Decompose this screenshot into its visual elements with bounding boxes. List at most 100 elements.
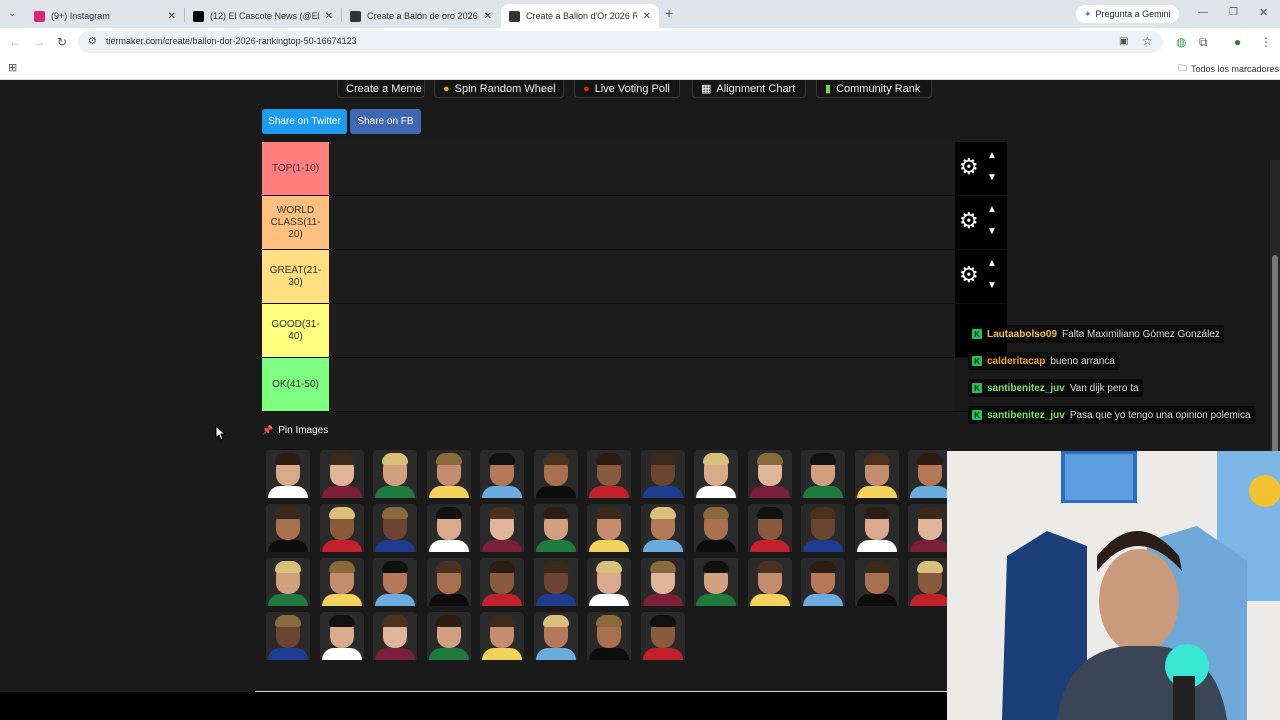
player-image[interactable] <box>640 450 685 498</box>
player-image[interactable] <box>587 612 631 660</box>
player-image[interactable] <box>533 450 578 498</box>
close-tab-icon[interactable]: ✕ <box>484 11 492 22</box>
player-image[interactable] <box>266 450 310 498</box>
player-image[interactable] <box>373 504 417 552</box>
player-image[interactable] <box>747 450 792 498</box>
player-image[interactable] <box>426 450 471 498</box>
player-image[interactable] <box>319 450 364 498</box>
player-image[interactable] <box>854 504 899 552</box>
player-image[interactable] <box>747 558 792 606</box>
player-image[interactable] <box>373 612 417 660</box>
player-image[interactable] <box>908 558 952 606</box>
site-info-icon[interactable]: ⚙ <box>88 36 97 48</box>
player-image[interactable] <box>480 504 524 552</box>
gear-icon[interactable]: ⚙ <box>959 156 979 178</box>
reload-icon[interactable]: ↻ <box>57 36 67 48</box>
player-image[interactable] <box>640 558 685 606</box>
player-image[interactable] <box>908 504 952 552</box>
minimize-icon[interactable]: — <box>1198 7 1208 19</box>
chevron-up-icon[interactable]: ▲ <box>987 204 997 215</box>
tier-label[interactable]: WORLD CLASS(11-20) <box>262 196 329 249</box>
menu-kebab-icon[interactable]: ⋮ <box>1260 36 1272 48</box>
chevron-down-icon[interactable]: ▼ <box>987 172 997 183</box>
player-image[interactable] <box>854 558 899 606</box>
player-image[interactable] <box>747 504 792 552</box>
profile-avatar-icon[interactable]: ● <box>1234 36 1241 48</box>
player-image[interactable] <box>694 450 738 498</box>
gear-icon[interactable]: ⚙ <box>959 264 979 286</box>
player-image[interactable] <box>587 450 631 498</box>
close-tab-icon[interactable]: ✕ <box>168 11 176 22</box>
player-image[interactable] <box>266 558 310 606</box>
back-icon[interactable]: ← <box>9 36 21 48</box>
tab-instagram[interactable]: (9+) Instagram ✕ <box>26 4 184 28</box>
player-image[interactable] <box>480 450 524 498</box>
player-image[interactable] <box>373 558 417 606</box>
player-image[interactable] <box>801 504 845 552</box>
tab-x-cascote[interactable]: (12) El Cascote News (@ElCasc... ✕ <box>185 4 341 28</box>
tier-drop-zone[interactable] <box>330 196 955 249</box>
player-image[interactable] <box>854 450 899 498</box>
player-image[interactable] <box>480 558 524 606</box>
player-image[interactable] <box>373 450 417 498</box>
bookmark-star-icon[interactable]: ☆ <box>1142 35 1153 47</box>
new-tab-icon[interactable]: + <box>665 6 673 20</box>
restore-icon[interactable]: ❐ <box>1229 7 1238 19</box>
pin-images-toggle[interactable]: 📌 Pin Images <box>262 425 328 436</box>
share-facebook-button[interactable]: Share on FB <box>350 109 421 134</box>
player-image[interactable] <box>266 504 310 552</box>
tier-label[interactable]: GREAT(21-30) <box>262 250 329 303</box>
player-image[interactable] <box>587 558 631 606</box>
tab-tiermaker-ballon-active[interactable]: Create a Ballon d'Or 2026 Rank... ✕ <box>501 4 659 28</box>
tab-tiermaker-balon[interactable]: Create a Balón de oro 2026 Tie... ✕ <box>342 4 500 28</box>
tier-drop-zone[interactable] <box>330 358 955 411</box>
player-image[interactable] <box>533 558 578 606</box>
player-image[interactable] <box>319 612 364 660</box>
player-image[interactable] <box>640 612 685 660</box>
player-image[interactable] <box>319 504 364 552</box>
player-image[interactable] <box>533 612 578 660</box>
tier-drop-zone[interactable] <box>330 142 955 195</box>
extension-icon[interactable]: ◍ <box>1176 36 1186 48</box>
chevron-down-icon[interactable]: ▼ <box>987 280 997 291</box>
player-image[interactable] <box>426 504 471 552</box>
player-image[interactable] <box>533 504 578 552</box>
player-image[interactable] <box>908 450 952 498</box>
player-image[interactable] <box>694 558 738 606</box>
player-image[interactable] <box>694 504 738 552</box>
share-twitter-button[interactable]: Share on Twitter <box>262 109 347 134</box>
forward-icon[interactable]: → <box>33 36 45 48</box>
player-image[interactable] <box>426 558 471 606</box>
close-tab-icon[interactable]: ✕ <box>325 11 333 22</box>
player-image[interactable] <box>426 612 471 660</box>
create-meme-button[interactable]: Create a Meme <box>337 80 425 98</box>
close-tab-icon[interactable]: ✕ <box>643 11 651 22</box>
player-image[interactable] <box>587 504 631 552</box>
tier-label[interactable]: OK(41-50) <box>262 358 329 411</box>
player-image[interactable] <box>480 612 524 660</box>
alignment-chart-button[interactable]: ▦ Alignment Chart <box>692 80 806 98</box>
gear-icon[interactable]: ⚙ <box>959 210 979 232</box>
player-image[interactable] <box>801 558 845 606</box>
tier-label[interactable]: GOOD(31-40) <box>262 304 329 357</box>
gemini-button[interactable]: ✦ Pregunta a Gemini <box>1076 5 1179 23</box>
player-image[interactable] <box>801 450 845 498</box>
extensions-puzzle-icon[interactable]: ⧉ <box>1199 36 1208 48</box>
player-image[interactable] <box>319 558 364 606</box>
tier-label[interactable]: TOP(1-10) <box>262 142 329 195</box>
spin-random-wheel-button[interactable]: ● Spin Random Wheel <box>434 80 564 98</box>
live-voting-poll-button[interactable]: ● Live Voting Poll <box>574 80 680 98</box>
apps-grid-icon[interactable]: ⊞ <box>8 62 17 74</box>
translate-icon[interactable]: ▣ <box>1119 36 1128 48</box>
player-image[interactable] <box>640 504 685 552</box>
address-bar[interactable]: ⚙ tiermaker.com/create/ballon-dor-2026-r… <box>78 31 1163 53</box>
tier-drop-zone[interactable] <box>330 250 955 303</box>
all-bookmarks-button[interactable]: 🗀 Todos los marcadores <box>1178 61 1279 77</box>
chevron-up-icon[interactable]: ▲ <box>987 150 997 161</box>
player-image[interactable] <box>266 612 310 660</box>
close-window-icon[interactable]: ✕ <box>1259 7 1268 19</box>
tier-drop-zone[interactable] <box>330 304 955 357</box>
chevron-down-icon[interactable]: ▼ <box>987 226 997 237</box>
chevron-up-icon[interactable]: ▲ <box>987 258 997 269</box>
community-rank-button[interactable]: ▮ Community Rank <box>816 80 932 98</box>
